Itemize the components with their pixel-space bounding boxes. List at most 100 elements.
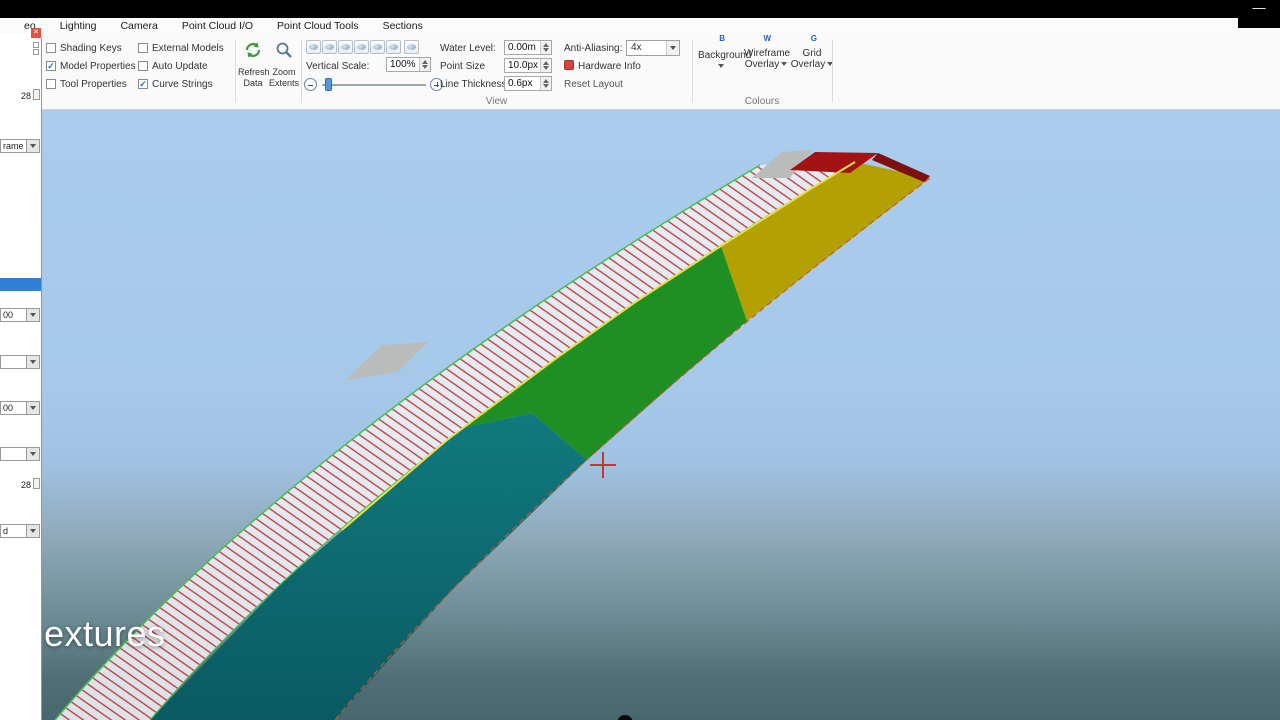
chevron-down-icon[interactable] <box>26 356 39 368</box>
video-scrubber-dot[interactable] <box>617 715 633 720</box>
panel-dropdown[interactable] <box>0 355 40 369</box>
hardware-info-button[interactable]: Hardware Info <box>578 61 641 72</box>
tab-point-cloud-tools[interactable]: Point Cloud Tools <box>265 20 371 32</box>
point-size-input[interactable]: 10.0px <box>504 58 552 73</box>
colours-group-label: Colours <box>744 96 780 107</box>
auto-update-checkbox[interactable]: Auto Update <box>138 60 208 72</box>
chevron-down-icon[interactable] <box>666 41 679 55</box>
checkbox-label: Curve Strings <box>152 78 213 90</box>
grid-overlay-button[interactable]: G Grid Overlay <box>790 34 834 104</box>
wireframe-label-1: Wireframe <box>744 48 791 59</box>
model-surface-gray-mid <box>345 342 428 380</box>
view-preset-button-4[interactable] <box>354 40 369 54</box>
water-level-input[interactable]: 0.00m <box>504 40 552 55</box>
group-separator <box>235 40 236 102</box>
spin-value: 10.0px <box>508 60 539 71</box>
refresh-label-2: Data <box>243 78 263 88</box>
reset-layout-button[interactable]: Reset Layout <box>564 79 623 90</box>
curve-strings-checkbox[interactable]: ✓ Curve Strings <box>138 78 213 90</box>
panel-close-button[interactable]: ✕ <box>31 28 41 38</box>
vertical-scale-slider[interactable] <box>322 84 426 86</box>
checkbox-label: Auto Update <box>152 60 208 72</box>
panel-dropdown[interactable]: d <box>0 524 40 538</box>
checkbox-box[interactable] <box>138 43 148 53</box>
checkbox-label: Shading Keys <box>60 42 122 54</box>
spinner-buttons[interactable] <box>540 59 551 72</box>
checkbox-label: Model Properties <box>60 60 136 72</box>
ribbon: Shading Keys ✓ Model Properties Tool Pro… <box>42 34 1280 110</box>
chevron-down-icon[interactable] <box>26 525 39 537</box>
chevron-down-icon[interactable] <box>26 402 39 414</box>
tab-lighting[interactable]: Lighting <box>48 20 109 32</box>
vertical-scale-label: Vertical Scale: <box>306 61 370 72</box>
chevron-down-icon <box>781 62 788 67</box>
panel-dropdown-value <box>1 448 26 460</box>
checkbox-box[interactable] <box>46 79 56 89</box>
view-preset-button-2[interactable] <box>322 40 337 54</box>
chevron-down-icon[interactable] <box>26 140 39 152</box>
grid-label-1: Grid <box>802 48 822 59</box>
anti-aliasing-label: Anti-Aliasing: <box>564 43 623 54</box>
line-thickness-input[interactable]: 0.6px <box>504 76 552 91</box>
external-models-checkbox[interactable]: External Models <box>138 42 224 54</box>
anti-aliasing-dropdown[interactable]: 4x <box>626 40 680 56</box>
view-preset-button-1[interactable] <box>306 40 321 54</box>
panel-dropdown-wireframe[interactable]: rame <box>0 139 40 153</box>
magnifier-icon <box>276 42 292 58</box>
panel-value: 28 <box>20 91 31 101</box>
checkbox-box[interactable] <box>46 43 56 53</box>
vertical-scale-input[interactable]: 100% <box>386 57 431 72</box>
shading-keys-checkbox[interactable]: Shading Keys <box>46 42 122 54</box>
model-properties-checkbox[interactable]: ✓ Model Properties <box>46 60 136 72</box>
tool-properties-checkbox[interactable]: Tool Properties <box>46 78 127 90</box>
panel-checkbox-partial[interactable] <box>33 49 39 55</box>
wireframe-overlay-button[interactable]: W Wireframe Overlay <box>744 34 791 104</box>
view-preset-button-7[interactable] <box>404 40 419 54</box>
panel-checkbox-partial[interactable] <box>33 42 39 48</box>
zoom-extents-button[interactable]: Zoom Extents <box>269 40 299 104</box>
panel-value: 28 <box>20 480 31 490</box>
checkbox-box[interactable]: ✓ <box>138 79 148 89</box>
panel-selected-row[interactable] <box>0 278 41 291</box>
checkbox-label: External Models <box>152 42 224 54</box>
view-group-label: View <box>485 96 508 107</box>
3d-viewport[interactable]: extures <box>42 110 1280 720</box>
panel-dropdown[interactable]: 00 <box>0 308 40 322</box>
panel-dropdown[interactable] <box>0 447 40 461</box>
zoom-label-2: Extents <box>269 78 300 88</box>
point-size-label: Point Size <box>440 61 486 72</box>
chevron-down-icon <box>718 64 724 69</box>
view-preset-button-5[interactable] <box>370 40 385 54</box>
minimize-button[interactable]: — <box>1238 0 1280 28</box>
group-separator <box>692 40 693 102</box>
tab-sections[interactable]: Sections <box>371 20 435 32</box>
refresh-data-button[interactable]: Refresh Data <box>238 40 270 104</box>
panel-dropdown-value <box>1 356 26 368</box>
checkbox-box[interactable]: ✓ <box>46 61 56 71</box>
view-orb-icon <box>341 44 350 50</box>
checkbox-box[interactable] <box>138 61 148 71</box>
refresh-icon <box>245 42 261 58</box>
chevron-down-icon[interactable] <box>26 448 39 460</box>
spinner-buttons[interactable] <box>540 77 551 90</box>
title-bar <box>0 0 1280 18</box>
tab-point-cloud-io[interactable]: Point Cloud I/O <box>170 20 265 32</box>
tab-camera[interactable]: Camera <box>108 20 169 32</box>
panel-dropdown[interactable]: 00 <box>0 401 40 415</box>
panel-value-box[interactable] <box>33 478 40 489</box>
view-preset-button-3[interactable] <box>338 40 353 54</box>
spin-value: 0.6px <box>508 78 533 89</box>
spinner-buttons[interactable] <box>540 41 551 54</box>
slider-thumb[interactable] <box>325 78 332 91</box>
panel-value-box[interactable] <box>33 89 40 100</box>
spinner-buttons[interactable] <box>419 58 430 71</box>
background-colour-button[interactable]: B Background <box>698 34 751 104</box>
minimize-icon: — <box>1252 0 1266 15</box>
view-preset-button-6[interactable] <box>386 40 401 54</box>
slider-minus-icon[interactable] <box>304 78 317 91</box>
view-orb-icon <box>373 44 382 50</box>
chevron-down-icon[interactable] <box>26 309 39 321</box>
badge-letter: W <box>763 34 771 43</box>
crosshair-cursor <box>590 452 616 478</box>
panel-dropdown-value: 00 <box>3 310 14 320</box>
